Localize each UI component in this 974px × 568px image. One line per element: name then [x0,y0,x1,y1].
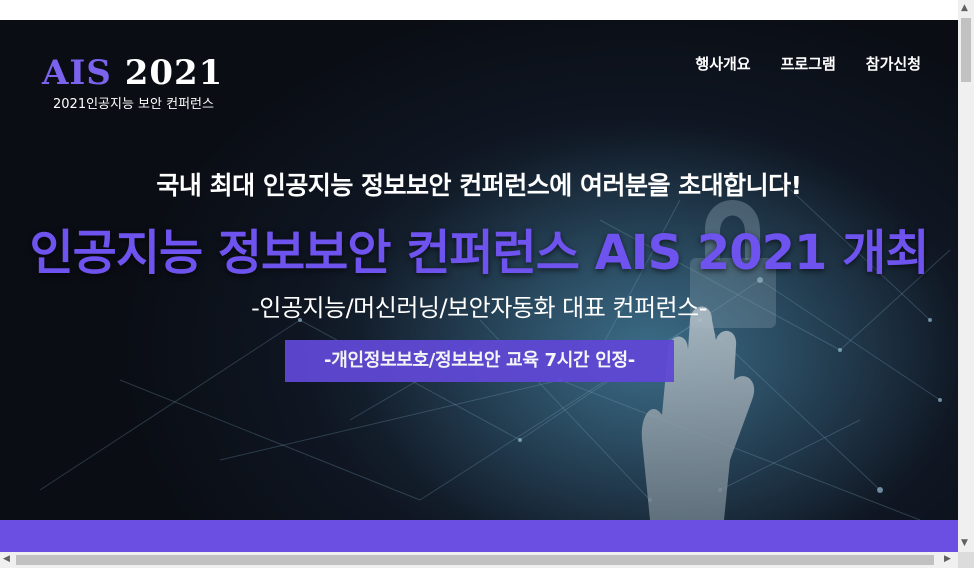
education-credit-badge: -개인정보보호/정보보안 교육 7시간 인정- [285,340,674,382]
logo[interactable]: AIS 2021 2021인공지능 보안 컨퍼런스 [42,54,223,112]
vertical-scrollbar[interactable]: ▲ ▼ [958,0,974,552]
scroll-down-icon[interactable]: ▼ [961,538,968,548]
section-bar [0,520,958,552]
logo-title: AIS 2021 [42,54,223,92]
hero-invitation-text: 국내 최대 인공지능 정보보안 컨퍼런스에 여러분을 초대합니다! [156,171,802,200]
main-nav: 행사개요 프로그램 참가신청 [695,53,921,74]
horizontal-scrollbar[interactable]: ◀ ▶ [0,552,958,568]
vertical-scroll-thumb[interactable] [961,18,971,82]
logo-brand: AIS [42,53,112,93]
scroll-right-icon[interactable]: ▶ [944,554,951,564]
nav-item-overview[interactable]: 행사개요 [695,53,750,74]
horizontal-scroll-thumb[interactable] [16,555,934,565]
logo-subtitle: 2021인공지능 보안 컨퍼런스 [53,97,214,112]
top-strip [0,0,958,20]
hero-title: 인공지능 정보보안 컨퍼런스 AIS 2021 개최 [29,225,930,281]
nav-item-registration[interactable]: 참가신청 [866,53,921,74]
scroll-up-icon[interactable]: ▲ [961,3,968,13]
scroll-left-icon[interactable]: ◀ [3,554,10,564]
hero-subtitle: -인공지능/머신러닝/보안자동화 대표 컨퍼런스- [251,294,707,322]
scrollbar-corner [958,552,974,568]
logo-year: 2021 [124,53,224,93]
hero-banner: AIS 2021 2021인공지능 보안 컨퍼런스 행사개요 프로그램 참가신청… [0,20,958,520]
nav-item-program[interactable]: 프로그램 [781,53,836,74]
